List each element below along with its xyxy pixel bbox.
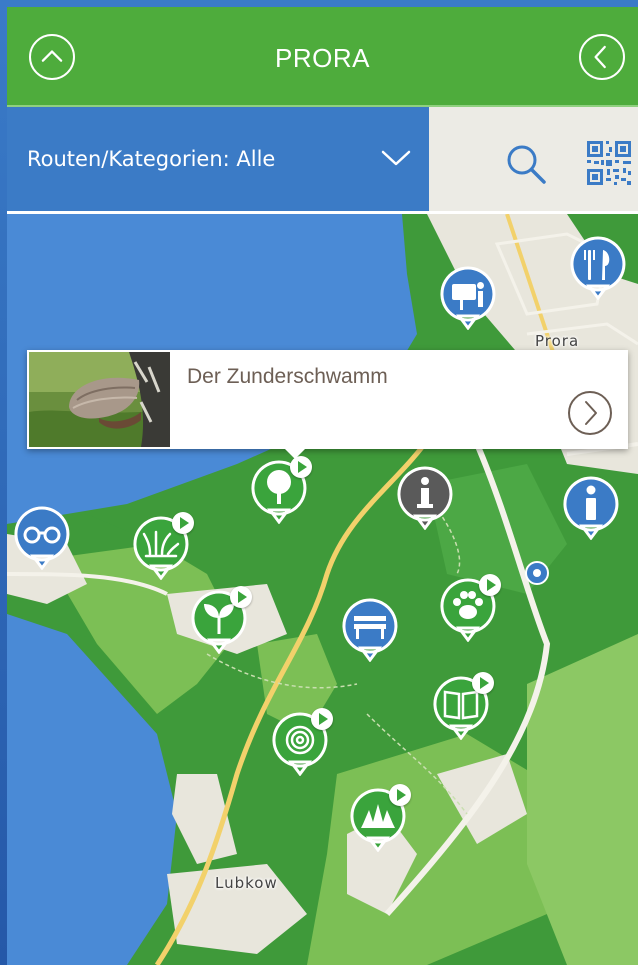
paw-marker[interactable] <box>439 574 501 643</box>
place-label-prora: Prora <box>535 332 580 350</box>
play-audio-icon <box>311 708 333 730</box>
grass-marker-2[interactable] <box>349 784 411 853</box>
info-icon <box>586 485 596 520</box>
back-button[interactable] <box>579 34 625 80</box>
poi-popup[interactable]: Der Zunderschwamm <box>27 350 628 459</box>
play-audio-icon <box>230 586 252 608</box>
search-icon[interactable] <box>503 141 549 187</box>
category-filter-dropdown[interactable]: Routen/Kategorien: Alle <box>7 107 429 211</box>
book-marker[interactable] <box>432 672 494 741</box>
sprout-marker[interactable] <box>190 586 252 655</box>
chevron-down-icon <box>381 150 411 166</box>
play-audio-icon <box>290 456 312 478</box>
header-bar: PRORA <box>7 7 638 107</box>
toolbar <box>429 107 638 211</box>
device-frame: PRORA Routen/Kategorien: Alle Prora Lubk… <box>0 0 638 965</box>
location-dot-icon <box>525 561 549 585</box>
page-title: PRORA <box>275 43 370 73</box>
grass-marker[interactable] <box>132 512 194 581</box>
poi-title: Der Zunderschwamm <box>187 365 388 388</box>
filter-label: Routen/Kategorien: Alle <box>27 147 276 171</box>
chevron-left-circle-icon <box>594 45 606 69</box>
map-base <box>7 214 638 965</box>
play-audio-icon <box>172 512 194 534</box>
restaurant-marker[interactable] <box>569 236 627 301</box>
place-label-lubkow: Lubkow <box>215 874 278 892</box>
tree-marker[interactable] <box>250 456 312 525</box>
map-view[interactable]: Prora Lubkow Der Zunderschwamm <box>7 214 638 965</box>
chevron-right-circle-icon[interactable] <box>567 390 613 436</box>
info-board-marker[interactable] <box>439 266 497 331</box>
qr-code-icon[interactable] <box>585 139 633 187</box>
play-audio-icon <box>389 784 411 806</box>
play-audio-icon <box>479 574 501 596</box>
bench-marker[interactable] <box>341 598 399 663</box>
poi-photo <box>29 352 170 447</box>
play-audio-icon <box>472 672 494 694</box>
info-marker-blue[interactable] <box>562 476 620 541</box>
info-marker-gray[interactable] <box>396 466 454 531</box>
app-window: PRORA Routen/Kategorien: Alle Prora Lubk… <box>7 7 638 965</box>
snail-marker[interactable] <box>271 708 333 777</box>
binoculars-marker[interactable] <box>13 506 71 571</box>
